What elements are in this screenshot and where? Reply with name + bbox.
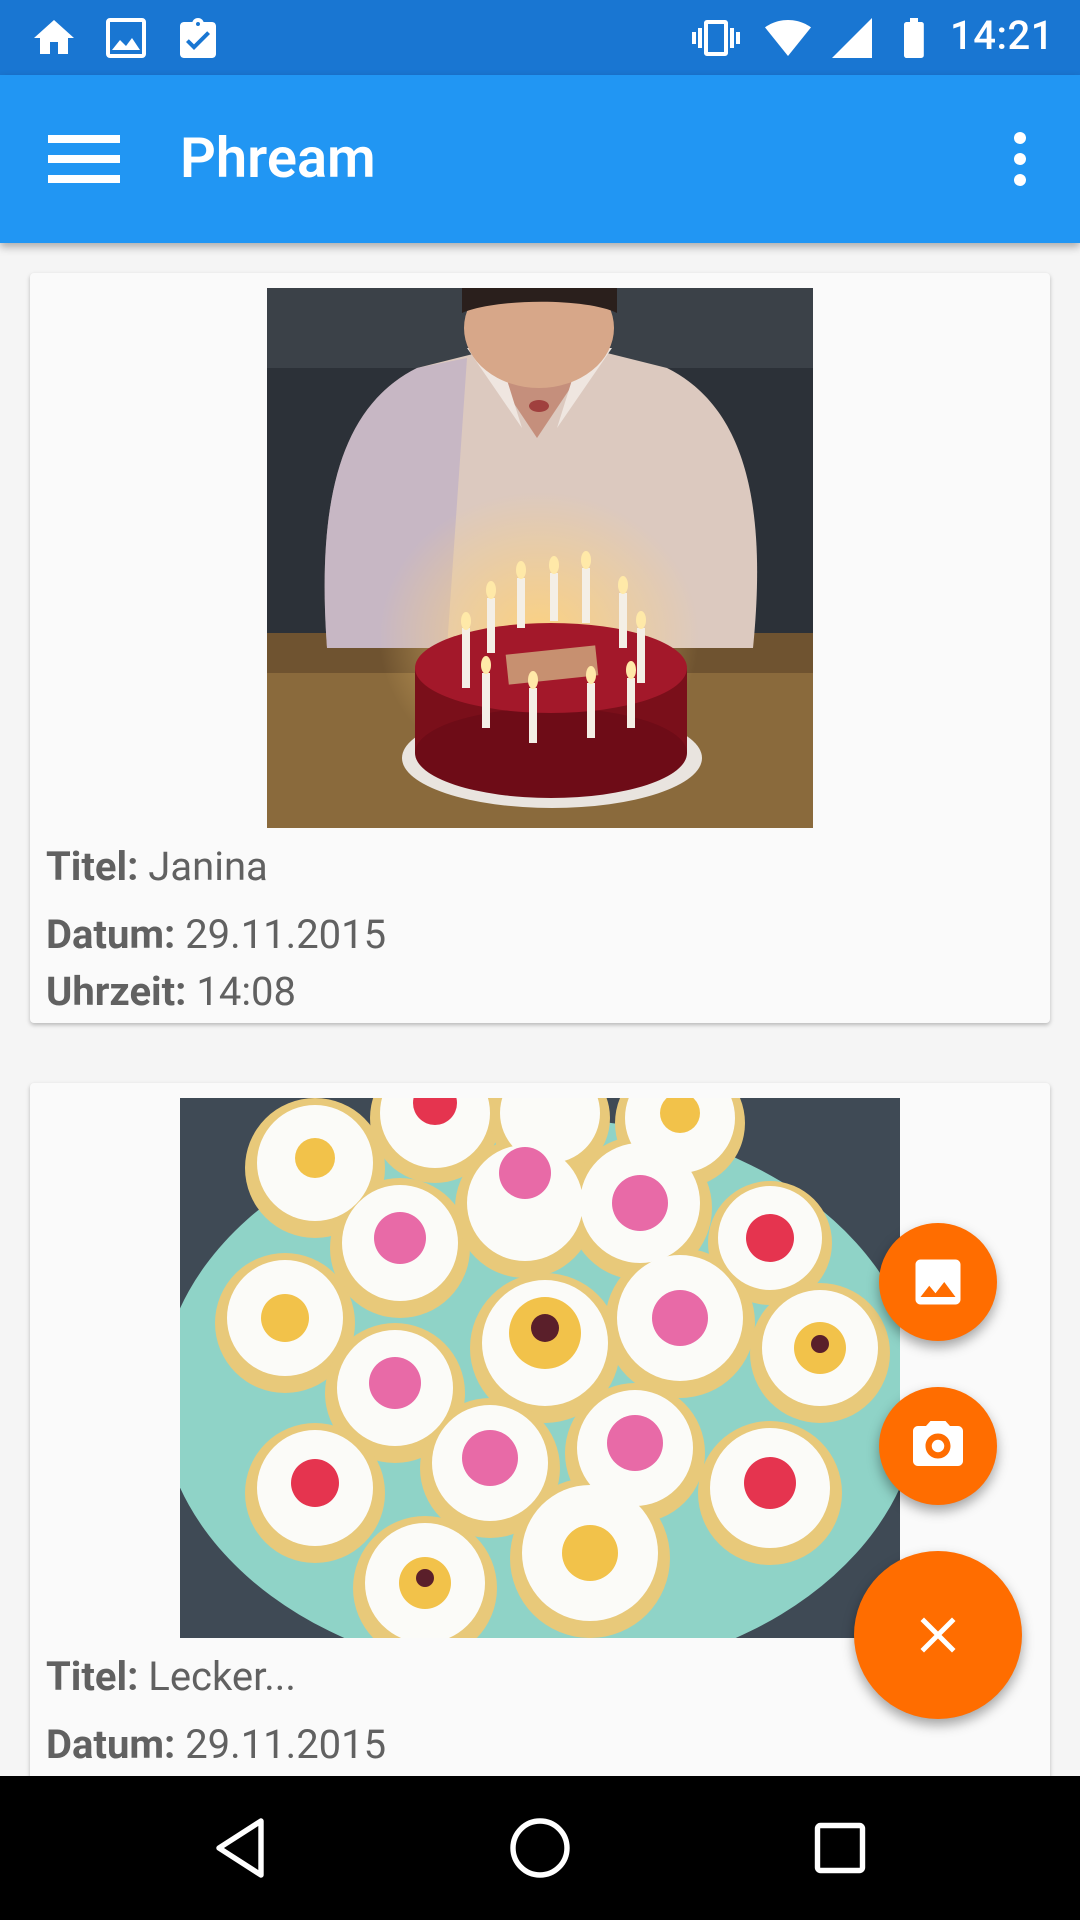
clipboard-check-icon — [180, 18, 216, 58]
close-fab-menu-button[interactable] — [854, 1551, 1022, 1719]
card-time-row: Uhrzeit: 14:08 — [46, 968, 296, 1015]
home-circle-icon[interactable] — [504, 1812, 576, 1884]
date-label: Datum: — [46, 1721, 176, 1768]
time-value: 14:08 — [196, 968, 296, 1015]
card-date-row: Datum: 29.11.2015 — [46, 1721, 386, 1768]
photo-list[interactable]: Titel: Janina Datum: 29.11.2015 Uhrzeit:… — [0, 243, 1080, 1776]
system-nav-bar — [0, 1776, 1080, 1920]
more-vert-icon[interactable] — [984, 111, 1056, 207]
battery-icon — [904, 18, 924, 58]
cupcakes-photo — [180, 1098, 900, 1638]
camera-icon — [913, 1421, 963, 1466]
title-value: Janina — [148, 843, 268, 890]
vibrate-icon — [692, 20, 740, 56]
status-time: 14:21 — [950, 12, 1054, 59]
card-title-row: Titel: Janina — [46, 843, 268, 890]
status-bar: 14:21 — [0, 0, 1080, 75]
date-label: Datum: — [46, 911, 176, 958]
home-icon — [34, 20, 74, 54]
date-value: 29.11.2015 — [185, 911, 387, 958]
title-value: Lecker... — [148, 1653, 296, 1700]
signal-icon — [832, 18, 872, 58]
card-title-row: Titel: Lecker... — [46, 1653, 296, 1700]
card-date-row: Datum: 29.11.2015 — [46, 911, 386, 958]
title-label: Titel: — [46, 1653, 139, 1700]
hamburger-menu-icon[interactable] — [36, 111, 132, 207]
date-value: 29.11.2015 — [185, 1721, 387, 1768]
app-toolbar: Phream — [0, 75, 1080, 243]
recents-icon[interactable] — [804, 1812, 876, 1884]
pick-image-fab[interactable] — [879, 1223, 997, 1341]
image-icon — [106, 18, 146, 58]
image-icon — [915, 1259, 961, 1305]
birthday-cake-photo — [267, 288, 813, 828]
app-title: Phream — [180, 125, 376, 191]
photo-card[interactable]: Titel: Janina Datum: 29.11.2015 Uhrzeit:… — [30, 273, 1050, 1023]
wifi-icon — [765, 20, 811, 56]
time-label: Uhrzeit: — [46, 968, 187, 1015]
take-photo-fab[interactable] — [879, 1387, 997, 1505]
title-label: Titel: — [46, 843, 139, 890]
close-icon — [920, 1617, 956, 1653]
back-icon[interactable] — [204, 1812, 276, 1884]
